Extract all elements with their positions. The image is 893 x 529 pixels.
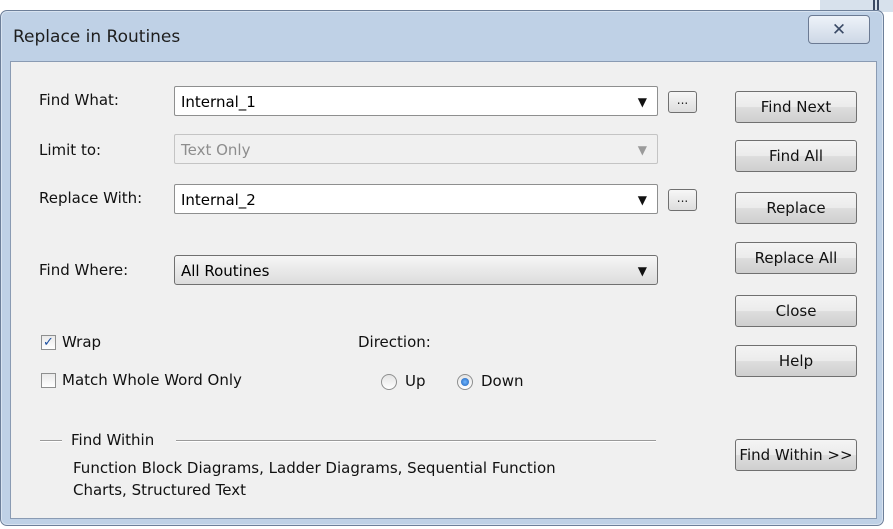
replace-dialog: Replace in Routines ✕ Find What: Interna… xyxy=(0,10,884,526)
limit-to-combo: Text Only ▼ xyxy=(174,134,658,164)
help-button[interactable]: Help xyxy=(735,345,857,377)
replace-all-button[interactable]: Replace All xyxy=(735,242,857,274)
radio-selected-dot xyxy=(461,378,469,386)
match-whole-word-checkbox[interactable] xyxy=(41,373,56,388)
close-window-button[interactable]: ✕ xyxy=(808,15,870,44)
replace-with-browse-button[interactable]: ... xyxy=(668,189,697,211)
find-where-label: Find Where: xyxy=(39,261,129,279)
title-bar[interactable]: Replace in Routines ✕ xyxy=(1,11,883,59)
direction-label: Direction: xyxy=(358,333,431,351)
chevron-down-icon[interactable]: ▼ xyxy=(638,95,647,109)
close-icon: ✕ xyxy=(831,19,847,40)
find-what-label: Find What: xyxy=(39,91,119,109)
direction-up-radio[interactable] xyxy=(381,374,397,390)
wrap-checkbox[interactable]: ✓ xyxy=(41,335,56,350)
wrap-label[interactable]: Wrap xyxy=(62,333,101,351)
limit-to-value: Text Only xyxy=(181,141,251,159)
limit-to-label: Limit to: xyxy=(39,141,102,159)
replace-with-label: Replace With: xyxy=(39,189,143,207)
find-within-header: Find Within xyxy=(71,431,155,449)
find-within-text-line2: Charts, Structured Text xyxy=(73,481,246,499)
find-what-combo[interactable]: Internal_1 ▼ xyxy=(174,86,658,116)
chevron-down-icon[interactable]: ▼ xyxy=(638,264,647,278)
find-all-button[interactable]: Find All xyxy=(735,140,857,172)
chevron-down-icon: ▼ xyxy=(637,143,647,157)
find-within-text-line1: Function Block Diagrams, Ladder Diagrams… xyxy=(73,459,556,477)
find-where-value: All Routines xyxy=(181,262,270,280)
replace-with-combo[interactable]: Internal_2 ▼ xyxy=(174,184,658,214)
replace-with-value: Internal_2 xyxy=(181,191,256,209)
find-where-combo[interactable]: All Routines ▼ xyxy=(174,255,658,285)
direction-down-label[interactable]: Down xyxy=(481,372,524,390)
direction-up-label[interactable]: Up xyxy=(405,372,426,390)
chevron-down-icon[interactable]: ▼ xyxy=(638,193,647,207)
find-what-value: Internal_1 xyxy=(181,93,256,111)
find-next-button[interactable]: Find Next xyxy=(735,91,857,123)
group-divider-left xyxy=(40,440,62,442)
group-divider-right xyxy=(176,440,656,442)
dialog-title: Replace in Routines xyxy=(13,27,181,47)
find-within-button[interactable]: Find Within >> xyxy=(735,439,857,471)
checkmark-icon: ✓ xyxy=(43,335,54,350)
dialog-body: Find What: Internal_1 ▼ ... Limit to: Te… xyxy=(10,61,877,519)
replace-button[interactable]: Replace xyxy=(735,192,857,224)
direction-down-radio[interactable] xyxy=(457,374,473,390)
match-whole-word-label[interactable]: Match Whole Word Only xyxy=(62,371,242,389)
close-button[interactable]: Close xyxy=(735,295,857,327)
find-what-browse-button[interactable]: ... xyxy=(668,91,697,113)
